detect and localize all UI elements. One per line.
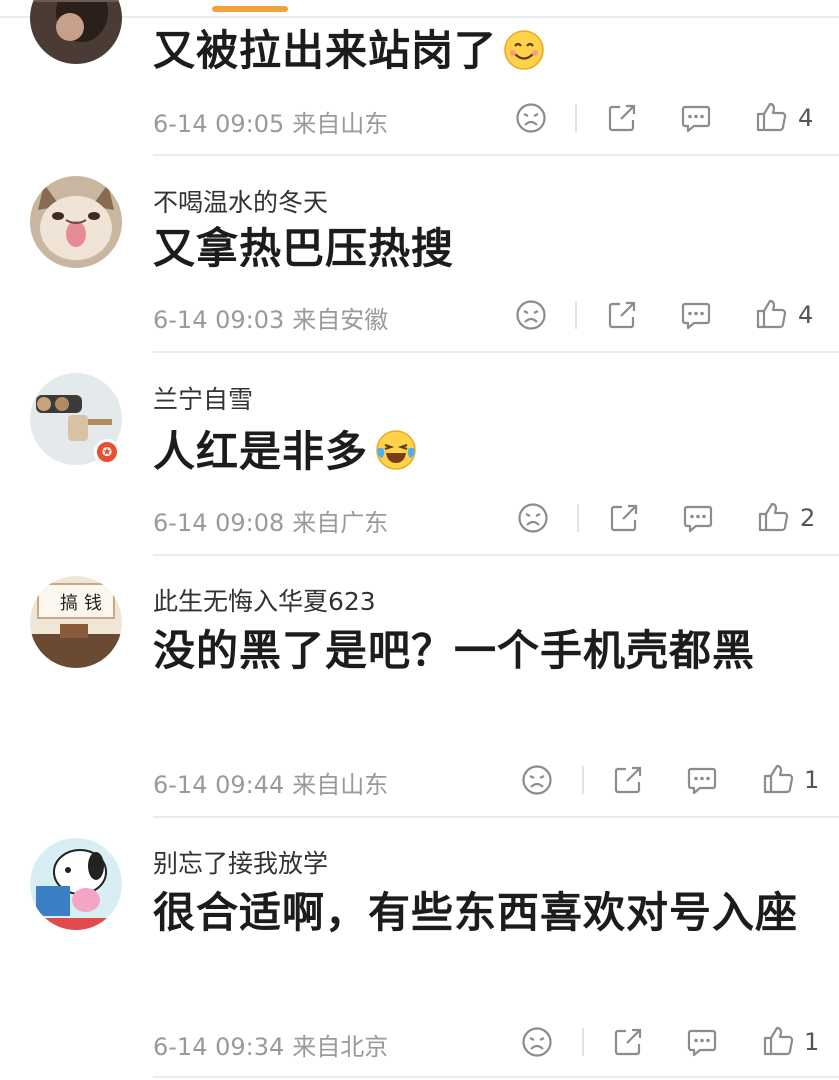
- comment-meta: 6-14 09:03 来自安徽: [153, 300, 388, 335]
- comment-icon[interactable]: [680, 299, 712, 335]
- dislike-face-icon[interactable]: [515, 299, 547, 335]
- comment-divider: [153, 351, 839, 353]
- share-icon[interactable]: [606, 102, 638, 138]
- like-count: 2: [800, 504, 816, 532]
- like-count: 1: [804, 1028, 820, 1056]
- share-icon[interactable]: [606, 299, 638, 335]
- like-thumb-icon[interactable]: [761, 762, 795, 800]
- comment-meta: 6-14 09:05 来自山东: [153, 104, 388, 139]
- comment-divider: [153, 816, 839, 818]
- comment-icon[interactable]: [680, 102, 712, 138]
- avatar[interactable]: [30, 0, 122, 64]
- username[interactable]: 别忘了接我放学: [153, 844, 328, 880]
- comment-divider: [153, 154, 839, 156]
- comment-location: 来自广东: [292, 509, 389, 537]
- comment-location: 来自北京: [292, 1033, 389, 1061]
- avatar-seal-char: 搞: [60, 593, 78, 614]
- like-count: 4: [798, 301, 814, 329]
- like-thumb-icon[interactable]: [754, 297, 788, 335]
- like-thumb-icon[interactable]: [756, 500, 790, 538]
- like-count: 4: [798, 104, 814, 132]
- comment-divider: [153, 1076, 839, 1078]
- smiling-face-emoji-icon: [503, 26, 545, 88]
- comment-text: 没的黑了是吧？一个手机壳都黑: [153, 626, 756, 675]
- comment-divider: [153, 554, 839, 556]
- active-tab-indicator: [212, 6, 288, 12]
- dislike-face-icon[interactable]: [521, 1026, 553, 1062]
- verified-badge-icon: ✪: [94, 439, 120, 465]
- comment-time: 6-14 09:05: [153, 110, 285, 138]
- comment-meta: 6-14 09:08 来自广东: [153, 503, 388, 538]
- dislike-face-icon[interactable]: [521, 764, 553, 800]
- like-thumb-icon[interactable]: [761, 1024, 795, 1062]
- like-count: 1: [804, 766, 820, 794]
- avatar[interactable]: [30, 176, 122, 268]
- comment-time: 6-14 09:03: [153, 306, 285, 334]
- comment-icon[interactable]: [686, 764, 718, 800]
- share-icon[interactable]: [612, 764, 644, 800]
- like-thumb-icon[interactable]: [754, 100, 788, 138]
- dislike-face-icon[interactable]: [517, 502, 549, 538]
- separator: [575, 104, 577, 132]
- comment-time: 6-14 09:08: [153, 509, 285, 537]
- comment-text: 人红是非多: [153, 421, 813, 489]
- top-divider: [0, 16, 839, 18]
- comment-icon[interactable]: [686, 1026, 718, 1062]
- avatar[interactable]: 搞 钱: [30, 576, 122, 668]
- comment-location: 来自山东: [292, 771, 389, 799]
- username[interactable]: 兰宁自雪: [153, 380, 253, 416]
- share-icon[interactable]: [608, 502, 640, 538]
- comment-text: 很合适啊，有些东西喜欢对号入座: [153, 888, 799, 937]
- comment-time: 6-14 09:44: [153, 771, 285, 799]
- comment-text: 又被拉出来站岗了: [153, 20, 813, 88]
- separator: [582, 1028, 584, 1056]
- laughing-crying-face-emoji-icon: [374, 427, 418, 489]
- comment-meta: 6-14 09:44 来自山东: [153, 765, 388, 800]
- username[interactable]: 此生无悔入华夏623: [153, 582, 376, 618]
- comment-time: 6-14 09:34: [153, 1033, 285, 1061]
- comment-location: 来自山东: [292, 110, 389, 138]
- separator: [575, 301, 577, 329]
- separator: [582, 766, 584, 794]
- comment-meta: 6-14 09:34 来自北京: [153, 1027, 388, 1062]
- comment-location: 来自安徽: [292, 306, 389, 334]
- share-icon[interactable]: [612, 1026, 644, 1062]
- avatar-seal-char: 钱: [84, 593, 102, 614]
- comment-text: 又拿热巴压热搜: [153, 224, 455, 273]
- username[interactable]: 不喝温水的冬天: [153, 183, 328, 219]
- avatar[interactable]: [30, 838, 122, 930]
- comment-icon[interactable]: [682, 502, 714, 538]
- dislike-face-icon[interactable]: [515, 102, 547, 138]
- separator: [577, 504, 579, 532]
